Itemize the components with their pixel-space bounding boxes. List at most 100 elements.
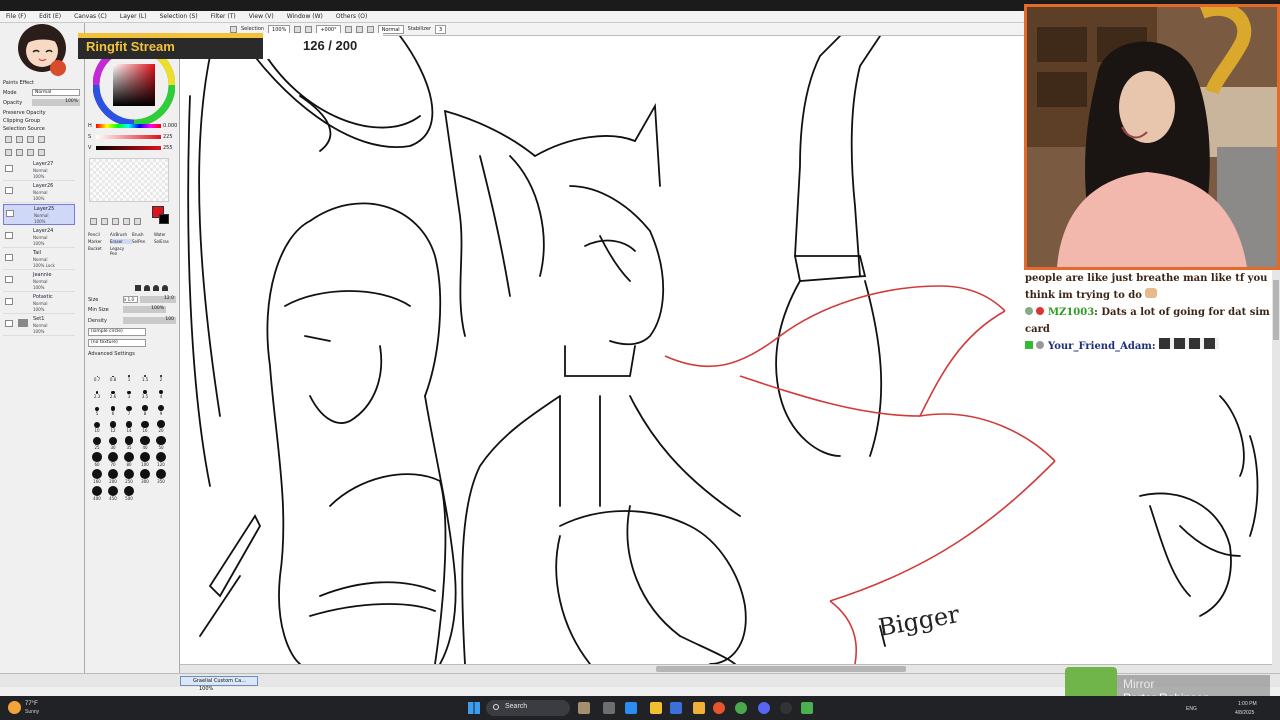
preserve-opacity-checkbox[interactable]: Preserve Opacity — [3, 110, 46, 116]
hand-tool-icon[interactable] — [123, 218, 130, 225]
eye-icon[interactable] — [5, 165, 13, 172]
saturation-slider[interactable] — [96, 135, 161, 139]
layer-item[interactable]: Layer24 Normal 100% — [3, 227, 75, 248]
selection-checkbox[interactable] — [230, 25, 237, 33]
paint-tool-sai-icon[interactable] — [801, 702, 813, 714]
merge-down-icon[interactable] — [16, 149, 23, 156]
firefox-icon[interactable] — [713, 702, 725, 714]
zoom-in-button[interactable] — [294, 25, 302, 33]
brush-size-preset[interactable]: 30 — [105, 434, 121, 450]
layer-item-selected[interactable]: Layer25 Normal 100% — [3, 204, 75, 225]
discord-icon[interactable] — [758, 702, 770, 714]
brush-size-preset[interactable]: 9 — [153, 400, 169, 416]
flip-button[interactable] — [366, 25, 374, 33]
brush-size-preset[interactable]: 5 — [89, 400, 105, 416]
brush-size-preset[interactable]: 0.7 — [89, 366, 105, 382]
brush-size-preset[interactable]: 60 — [89, 451, 105, 467]
tool-marker[interactable]: Marker — [88, 239, 110, 244]
value-slider[interactable] — [96, 146, 161, 150]
tool-eraser[interactable]: Eraser — [110, 239, 132, 244]
delete-layer-icon[interactable] — [38, 136, 45, 143]
tool-bucket[interactable]: Bucket — [88, 246, 110, 256]
brush-size-preset[interactable]: 80 — [121, 451, 137, 467]
notes-icon[interactable] — [650, 702, 662, 714]
brush-size-preset[interactable]: 120 — [153, 451, 169, 467]
brush-size-preset[interactable]: 70 — [105, 451, 121, 467]
eyedropper-tool-icon[interactable] — [134, 218, 141, 225]
obs-icon[interactable] — [780, 702, 792, 714]
brush-shape-select[interactable]: (simple circle) — [88, 328, 146, 336]
secondary-color-swatch[interactable] — [159, 214, 169, 224]
brush-size-preset[interactable]: 16 — [137, 417, 153, 433]
brush-size-preset[interactable]: 500 — [121, 485, 137, 501]
brush-size-preset[interactable]: 200 — [105, 468, 121, 484]
color-mixer[interactable] — [89, 158, 169, 202]
mode-select[interactable]: Normal — [32, 89, 80, 96]
brush-shape-icon[interactable] — [135, 285, 141, 291]
tool-pencil[interactable]: Pencil — [88, 232, 110, 237]
advanced-settings-toggle[interactable]: Advanced Settings — [88, 351, 135, 357]
tool-brush[interactable]: Brush — [132, 232, 154, 237]
layer-folder[interactable]: Set1 Normal 100% — [3, 315, 75, 336]
eye-icon[interactable] — [5, 276, 13, 283]
brush-shape-icon[interactable] — [162, 285, 168, 291]
file-explorer-icon[interactable] — [693, 702, 705, 714]
tool-legacy-pen[interactable]: Legacy Pen — [110, 246, 132, 256]
brush-shape-icon[interactable] — [144, 285, 150, 291]
brush-size-preset[interactable]: 12 — [105, 417, 121, 433]
layer-item[interactable]: Layer26 Normal 100% — [3, 182, 75, 203]
rotate-right-button[interactable] — [355, 25, 363, 33]
copilot-icon[interactable] — [625, 702, 637, 714]
copy-layer-icon[interactable] — [27, 136, 34, 143]
brush-size-preset[interactable]: 2.3 — [89, 383, 105, 399]
move-tool-icon[interactable] — [90, 218, 97, 225]
opacity-slider[interactable]: 100% — [32, 99, 80, 106]
brush-size-preset[interactable]: 2.6 — [105, 383, 121, 399]
rotate-left-button[interactable] — [344, 25, 352, 33]
brush-shape-icon[interactable] — [153, 285, 159, 291]
layer-item[interactable]: Layer27 Normal 100% — [3, 160, 75, 181]
brush-size-preset[interactable]: 8 — [137, 400, 153, 416]
layer-item[interactable]: Potastic Normal 100% — [3, 293, 75, 314]
menu-canvas[interactable]: Canvas (C) — [74, 13, 107, 20]
size-multiplier[interactable]: x 1.0 — [123, 296, 138, 303]
tool-selpen[interactable]: SelPen — [132, 239, 154, 244]
eye-icon[interactable] — [5, 187, 13, 194]
clock-date[interactable]: 4/8/2025 — [1235, 710, 1254, 716]
eye-icon[interactable] — [5, 320, 13, 327]
trash-icon[interactable] — [38, 149, 45, 156]
size-slider[interactable]: 12.0 — [140, 296, 176, 303]
horizontal-scroll-thumb[interactable] — [656, 666, 906, 672]
density-slider[interactable]: 100 — [123, 317, 176, 324]
brush-size-preset[interactable]: 20 — [153, 417, 169, 433]
brush-size-preset[interactable]: 14 — [121, 417, 137, 433]
new-folder-icon[interactable] — [16, 136, 23, 143]
stabilizer-select[interactable]: 3 — [434, 24, 447, 34]
brush-size-preset[interactable]: 35 — [121, 434, 137, 450]
brush-size-preset[interactable]: 10 — [89, 417, 105, 433]
brush-size-preset[interactable]: 6 — [105, 400, 121, 416]
eye-icon[interactable] — [5, 232, 13, 239]
zoom-out-button[interactable] — [305, 25, 313, 33]
eye-icon[interactable] — [5, 298, 13, 305]
brush-size-preset[interactable]: 2 — [153, 366, 169, 382]
document-tab[interactable]: Graelial Custom Ca... 100% — [180, 676, 258, 692]
tool-water[interactable]: Water — [154, 232, 176, 237]
brush-size-preset[interactable]: 40 — [137, 434, 153, 450]
layer-item[interactable]: Jeannie Normal 100% — [3, 271, 75, 292]
menu-view[interactable]: View (V) — [249, 13, 274, 20]
clipping-group-checkbox[interactable]: Clipping Group — [3, 118, 40, 124]
brush-size-preset[interactable]: 160 — [89, 468, 105, 484]
brush-texture-select[interactable]: (no texture) — [88, 339, 146, 347]
lasso-tool-icon[interactable] — [112, 218, 119, 225]
brush-size-preset[interactable]: 1 — [121, 366, 137, 382]
brush-size-preset[interactable]: 100 — [137, 451, 153, 467]
brush-size-preset[interactable]: 300 — [137, 468, 153, 484]
menu-layer[interactable]: Layer (L) — [120, 13, 147, 20]
zoom-tool-icon[interactable] — [101, 218, 108, 225]
chrome-icon[interactable] — [735, 702, 747, 714]
menu-others[interactable]: Others (O) — [336, 13, 367, 20]
transfer-down-icon[interactable] — [5, 149, 12, 156]
menu-filter[interactable]: Filter (T) — [211, 13, 236, 20]
new-layer-icon[interactable] — [5, 136, 12, 143]
